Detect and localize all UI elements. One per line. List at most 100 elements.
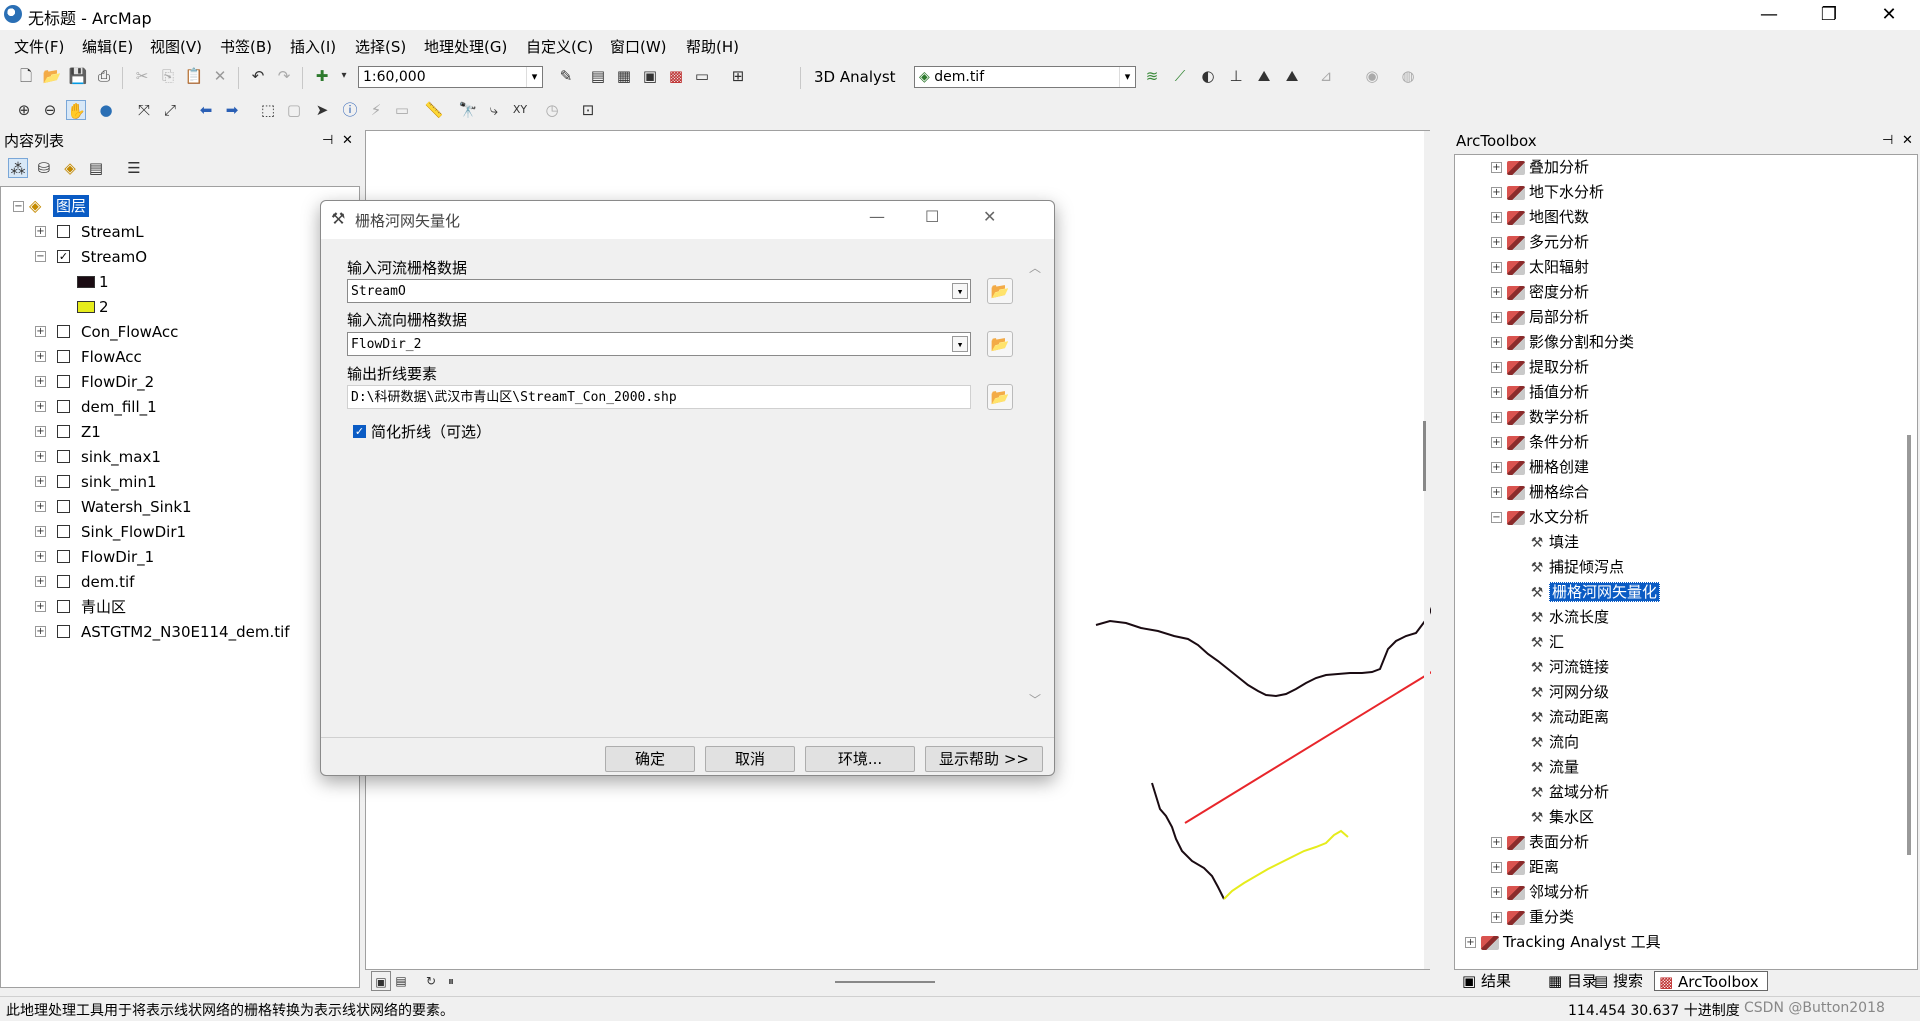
tool-item[interactable]: ⚒ 汇 — [1529, 632, 1564, 652]
pan-icon[interactable]: ✋ — [66, 100, 86, 120]
pause-drawing-icon[interactable]: ⏸ — [441, 971, 461, 991]
tab-results[interactable]: ▣ 结果 — [1458, 971, 1538, 991]
expand-icon[interactable]: + — [1491, 212, 1502, 223]
expand-icon[interactable]: + — [35, 326, 46, 337]
find-icon[interactable]: 🔭 — [458, 100, 478, 120]
output-field[interactable]: D:\科研数据\武汉市青山区\StreamT_Con_2000.shp — [347, 385, 971, 409]
cut-icon[interactable]: ✂ — [132, 66, 152, 86]
input-stream-field[interactable]: StreamO ▾ — [347, 279, 971, 303]
maximize-button[interactable]: ❐ — [1806, 0, 1852, 30]
copy-icon[interactable]: ⎘ — [158, 66, 178, 86]
expand-icon[interactable]: + — [35, 501, 46, 512]
toc-root-layers[interactable]: 图层 — [53, 195, 90, 217]
toc-layer-name[interactable]: dem.tif — [81, 571, 134, 593]
toolset-item[interactable]: 地下水分析 — [1507, 182, 1604, 202]
expand-icon[interactable]: + — [1491, 337, 1502, 348]
expand-icon[interactable]: + — [1491, 162, 1502, 173]
menu-insert[interactable]: 插入(I) — [290, 36, 336, 57]
close-icon[interactable]: ✕ — [1902, 130, 1913, 152]
measure-icon[interactable]: 📏 — [424, 100, 444, 120]
menu-help[interactable]: 帮助(H) — [686, 36, 739, 57]
toc-layer-name[interactable]: Con_FlowAcc — [81, 321, 178, 343]
tool-item[interactable]: ⚒ 流量 — [1529, 757, 1579, 777]
3d-analyst-menu[interactable]: 3D Analyst — [814, 68, 896, 86]
toolset-item[interactable]: 叠加分析 — [1507, 157, 1589, 177]
hyperlink-icon[interactable]: ⚡ — [366, 100, 386, 120]
expand-icon[interactable]: + — [1491, 837, 1502, 848]
expand-icon[interactable]: + — [1491, 287, 1502, 298]
expand-icon[interactable]: + — [35, 551, 46, 562]
toc-layer-name[interactable]: StreamL — [81, 221, 144, 243]
tab-search[interactable]: ▤ 搜索 — [1590, 971, 1650, 991]
expand-icon[interactable]: + — [35, 626, 46, 637]
add-data-dropdown-icon[interactable]: ▾ — [334, 66, 354, 86]
expand-icon[interactable]: + — [35, 476, 46, 487]
open-folder-icon[interactable]: 📂 — [987, 384, 1013, 410]
expand-icon[interactable]: + — [1491, 312, 1502, 323]
contour-icon[interactable]: ≋ — [1142, 66, 1162, 86]
layer-visibility-checkbox[interactable] — [57, 450, 70, 463]
chevron-down-icon[interactable]: ▾ — [952, 283, 968, 299]
expand-icon[interactable]: + — [1491, 387, 1502, 398]
select-features-icon[interactable]: ⬚ — [258, 100, 278, 120]
dialog-close-icon[interactable]: ✕ — [983, 207, 996, 226]
layer-visibility-checkbox[interactable] — [57, 550, 70, 563]
tool-item[interactable]: ⚒ 流动距离 — [1529, 707, 1609, 727]
expand-icon[interactable]: + — [35, 401, 46, 412]
toolset-item[interactable]: 条件分析 — [1507, 432, 1589, 452]
open-folder-icon[interactable]: 📂 — [987, 331, 1013, 357]
layer-visibility-checkbox[interactable] — [57, 400, 70, 413]
toolset-item[interactable]: 提取分析 — [1507, 357, 1589, 377]
collapse-icon[interactable]: − — [13, 201, 24, 212]
layer-visibility-checkbox[interactable] — [57, 350, 70, 363]
menu-edit[interactable]: 编辑(E) — [82, 36, 133, 57]
layer-visibility-checkbox[interactable] — [57, 500, 70, 513]
scroll-up-icon[interactable]: ︿ — [1029, 259, 1041, 276]
toolset-item[interactable]: 重分类 — [1507, 907, 1574, 927]
list-by-source-icon[interactable]: ⛁ — [34, 158, 54, 178]
toc-options-icon[interactable]: ☰ — [124, 158, 144, 178]
expand-icon[interactable]: + — [1465, 937, 1476, 948]
arcglobe-icon[interactable]: ◍ — [1398, 66, 1418, 86]
minimize-button[interactable]: — — [1746, 0, 1792, 30]
expand-icon[interactable]: + — [35, 526, 46, 537]
list-by-drawing-order-icon[interactable]: ⁂ — [8, 158, 28, 178]
cancel-button[interactable]: 取消 — [705, 746, 795, 772]
layer-visibility-checkbox[interactable] — [57, 425, 70, 438]
simplify-checkbox[interactable]: ✓ — [353, 425, 366, 438]
toc-layer-name[interactable]: Sink_FlowDir1 — [81, 521, 186, 543]
layout-view-icon[interactable]: ▤ — [391, 971, 411, 991]
layer-visibility-checkbox[interactable] — [57, 600, 70, 613]
layer-visibility-checkbox[interactable] — [57, 225, 70, 238]
zoom-in-icon[interactable]: ⊕ — [14, 100, 34, 120]
menu-customize[interactable]: 自定义(C) — [526, 36, 593, 57]
menu-file[interactable]: 文件(F) — [14, 36, 64, 57]
pin-icon[interactable]: ⊣ — [1882, 130, 1893, 152]
open-folder-icon[interactable]: 📂 — [987, 278, 1013, 304]
interpolate-point-icon[interactable]: ⊥ — [1226, 66, 1246, 86]
toolset-item[interactable]: 距离 — [1507, 857, 1559, 877]
clear-selection-icon[interactable]: ▢ — [284, 100, 304, 120]
refresh-icon[interactable]: ↻ — [421, 971, 441, 991]
toc-layer-name[interactable]: FlowAcc — [81, 346, 142, 368]
profile-graph-icon[interactable]: ⊿ — [1316, 66, 1336, 86]
expand-icon[interactable]: + — [1491, 862, 1502, 873]
paste-icon[interactable]: 📋 — [184, 66, 204, 86]
pin-icon[interactable]: ⊣ — [322, 130, 333, 152]
expand-icon[interactable]: + — [35, 376, 46, 387]
expand-icon[interactable]: + — [35, 426, 46, 437]
select-elements-icon[interactable]: ➤ — [312, 100, 332, 120]
dialog-maximize-icon[interactable]: ☐ — [925, 207, 939, 226]
toc-window-icon[interactable]: ▤ — [588, 66, 608, 86]
toc-layer-name[interactable]: sink_max1 — [81, 446, 161, 468]
scale-combo[interactable]: 1:60,000 ▾ — [358, 66, 543, 88]
line-of-sight-icon[interactable]: ◐ — [1198, 66, 1218, 86]
toolset-item[interactable]: 密度分析 — [1507, 282, 1589, 302]
menu-bookmarks[interactable]: 书签(B) — [220, 36, 272, 57]
tool-item[interactable]: ⚒ 集水区 — [1529, 807, 1594, 827]
expand-icon[interactable]: + — [35, 351, 46, 362]
interpolate-line-icon[interactable]: ⛰ — [1254, 66, 1274, 86]
expand-icon[interactable]: + — [1491, 487, 1502, 498]
close-icon[interactable]: ✕ — [342, 130, 353, 152]
chevron-down-icon[interactable]: ▾ — [1119, 67, 1135, 87]
